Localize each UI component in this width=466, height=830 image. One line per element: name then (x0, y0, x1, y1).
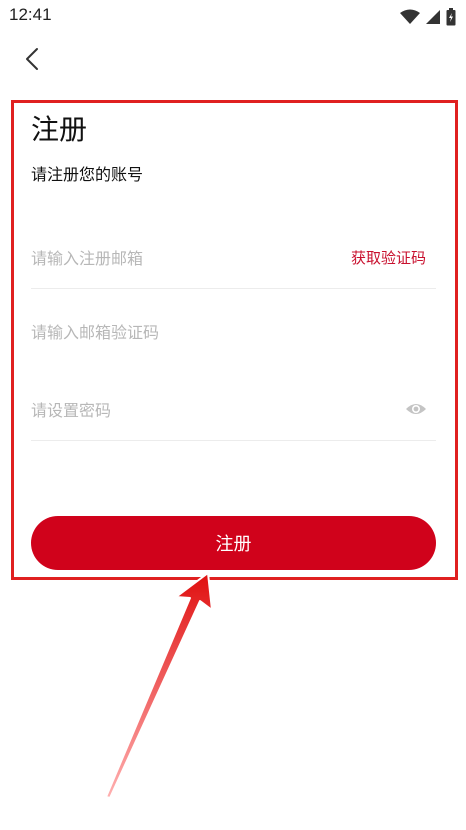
annotation-arrow (105, 572, 213, 799)
